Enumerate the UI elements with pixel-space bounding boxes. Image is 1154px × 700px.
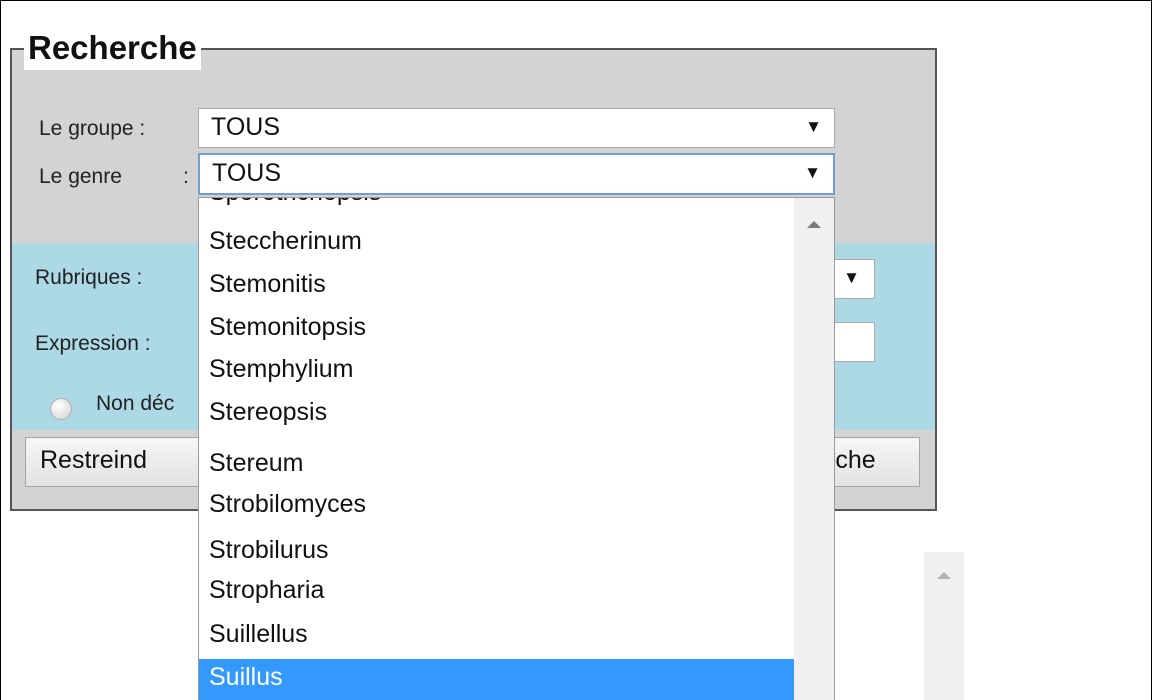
chevron-down-icon: ▼ xyxy=(843,268,860,287)
fieldset-legend: Recherche xyxy=(24,26,201,70)
dropdown-option[interactable]: Stemonitopsis xyxy=(199,309,794,347)
expression-label: Expression : xyxy=(35,332,151,355)
groupe-select-value: TOUS xyxy=(211,113,280,141)
dropdown-option[interactable]: Stemphylium xyxy=(199,351,794,389)
dropdown-option[interactable]: Stropharia xyxy=(199,572,794,610)
scroll-up-arrow-icon[interactable] xyxy=(937,572,951,579)
dropdown-option[interactable]: Strobilomyces xyxy=(199,486,794,524)
genre-dropdown-list[interactable]: Sporotrichopsis Steccherinum Stemonitis … xyxy=(198,197,835,700)
dropdown-option-selected[interactable]: Suillus xyxy=(199,659,794,700)
non-decrit-radio[interactable] xyxy=(50,398,72,420)
rubriques-label: Rubriques : xyxy=(35,266,143,289)
groupe-select[interactable]: TOUS ▼ xyxy=(198,108,835,148)
results-scrollbar[interactable] xyxy=(924,552,964,700)
dropdown-option[interactable]: Strobilurus xyxy=(199,532,794,570)
genre-select-value: TOUS xyxy=(212,159,281,187)
radio-label: Non déc xyxy=(96,392,175,415)
dropdown-scrollbar[interactable] xyxy=(794,198,834,700)
dropdown-option[interactable]: Stereum xyxy=(199,445,794,483)
restreindre-button[interactable]: Restreind xyxy=(25,437,215,487)
genre-select[interactable]: TOUS ▼ xyxy=(198,153,835,195)
dropdown-option[interactable]: Suillellus xyxy=(199,616,794,654)
dropdown-option[interactable]: Sporotrichopsis xyxy=(199,198,794,212)
dropdown-option[interactable]: Stereopsis xyxy=(199,394,794,432)
dropdown-option[interactable]: Stemonitis xyxy=(199,266,794,304)
chevron-down-icon: ▼ xyxy=(804,163,821,182)
scroll-up-arrow-icon[interactable] xyxy=(807,221,821,228)
genre-label-colon: : xyxy=(183,165,189,188)
dropdown-option[interactable]: Steccherinum xyxy=(199,223,794,261)
restreindre-button-label: Restreind xyxy=(40,446,147,474)
genre-label: Le genre xyxy=(39,165,122,188)
chevron-down-icon: ▼ xyxy=(805,117,822,136)
groupe-label: Le groupe : xyxy=(39,117,146,140)
